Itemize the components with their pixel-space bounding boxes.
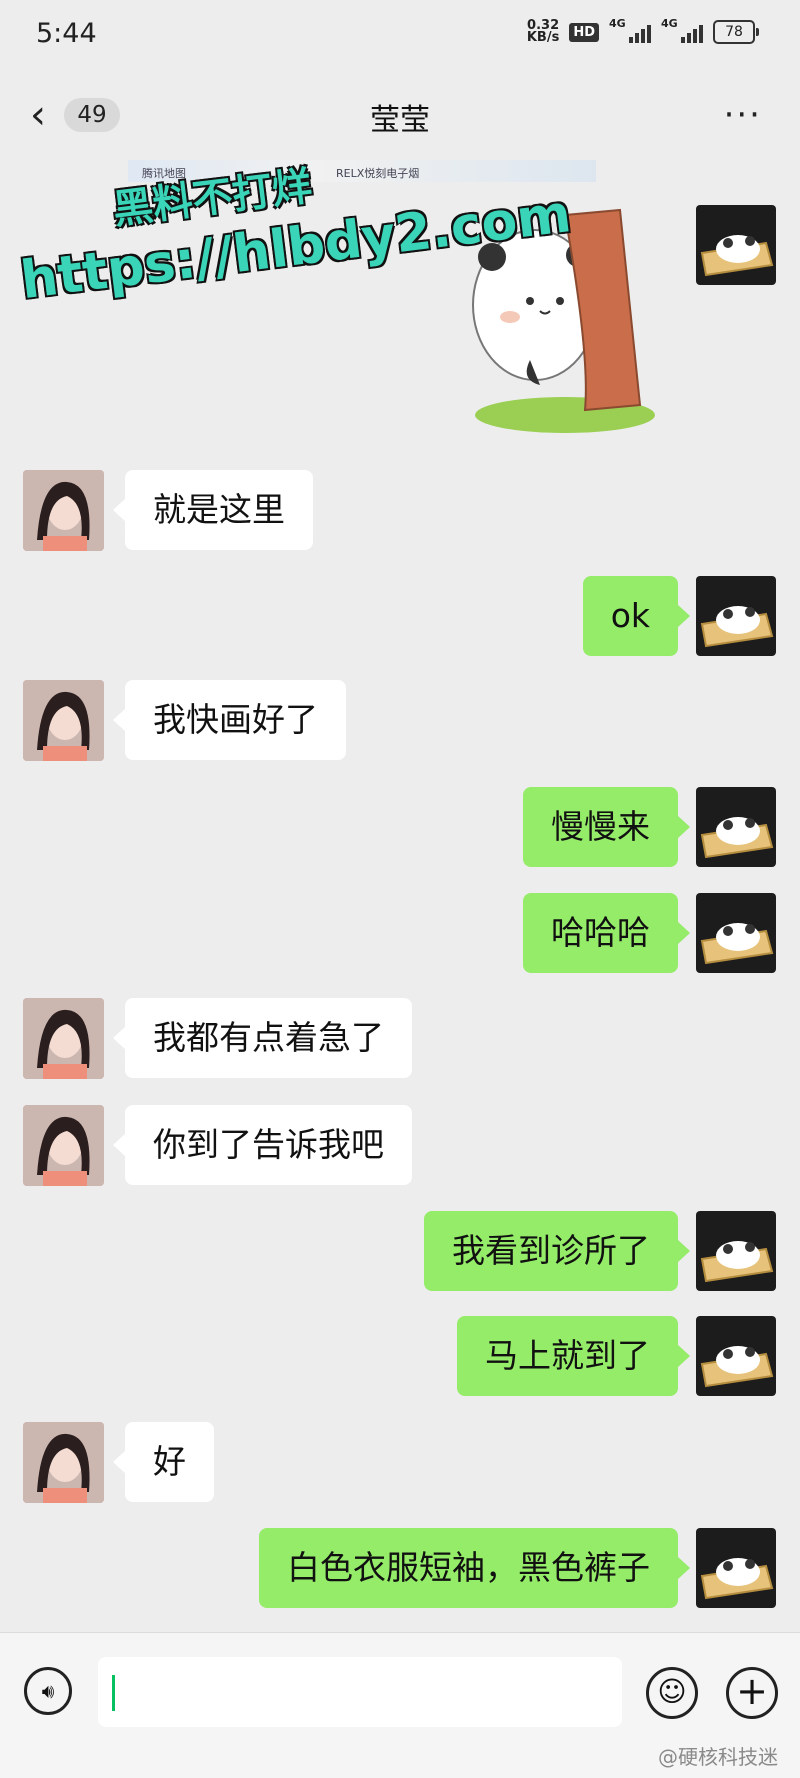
- message-bubble[interactable]: ok: [582, 576, 691, 656]
- emoji-icon[interactable]: ☺: [646, 1667, 698, 1719]
- self-avatar[interactable]: [696, 576, 776, 656]
- status-bar: 5:44 0.32 KB/s HD 4G 4G 78: [0, 0, 800, 75]
- girl-avatar-icon: [23, 1422, 104, 1503]
- voice-icon[interactable]: 🔊︎: [24, 1667, 72, 1715]
- message-input[interactable]: [98, 1657, 622, 1727]
- panda-avatar-icon: [700, 1241, 774, 1283]
- message-bubble[interactable]: 我看到诊所了: [424, 1211, 690, 1291]
- chat-title: 莹莹: [370, 103, 430, 138]
- peer-avatar[interactable]: [23, 998, 104, 1079]
- message-bubble[interactable]: 就是这里: [113, 470, 313, 550]
- hd-badge: HD: [569, 22, 599, 42]
- chat-header: ‹ 49 莹莹 ···: [0, 75, 800, 155]
- source-credit: @硬核科技迷: [658, 1745, 778, 1769]
- status-time: 5:44: [36, 18, 97, 49]
- girl-avatar-icon: [23, 1105, 104, 1186]
- panda-avatar-icon: [700, 923, 774, 965]
- message-bubble[interactable]: 慢慢来: [523, 787, 690, 867]
- message-bubble[interactable]: 马上就到了: [457, 1316, 690, 1396]
- peer-avatar[interactable]: [23, 1105, 104, 1186]
- chat-input-bar: 🔊︎ ☺ + @硬核科技迷: [0, 1632, 800, 1778]
- self-avatar[interactable]: [696, 205, 776, 285]
- peer-avatar[interactable]: [23, 680, 104, 761]
- self-avatar[interactable]: [696, 1211, 776, 1291]
- self-avatar[interactable]: [696, 1316, 776, 1396]
- message-bubble[interactable]: 白色衣服短袖，黑色裤子: [259, 1528, 690, 1608]
- message-bubble[interactable]: 你到了告诉我吧: [113, 1105, 412, 1185]
- signal-icon: 4G: [609, 17, 651, 43]
- self-avatar[interactable]: [696, 893, 776, 973]
- panda-avatar-icon: [700, 235, 774, 277]
- message-bubble[interactable]: 好: [113, 1422, 214, 1502]
- girl-avatar-icon: [23, 680, 104, 761]
- self-avatar[interactable]: [696, 1528, 776, 1608]
- battery-icon: 78: [713, 20, 759, 44]
- message-bubble[interactable]: 我都有点着急了: [113, 998, 412, 1078]
- panda-avatar-icon: [700, 1558, 774, 1600]
- panda-avatar-icon: [700, 1346, 774, 1388]
- girl-avatar-icon: [23, 470, 104, 551]
- peer-avatar[interactable]: [23, 1422, 104, 1503]
- panda-avatar-icon: [700, 606, 774, 648]
- network-speed: 0.32 KB/s: [526, 18, 560, 45]
- map-label: RELX悦刻电子烟: [336, 167, 420, 180]
- message-bubble[interactable]: 哈哈哈: [523, 893, 690, 973]
- text-caret: [112, 1675, 115, 1711]
- peer-avatar[interactable]: [23, 470, 104, 551]
- message-bubble[interactable]: 我快画好了: [113, 680, 346, 760]
- status-icons: 0.32 KB/s HD 4G 4G 78: [526, 17, 759, 45]
- self-avatar[interactable]: [696, 787, 776, 867]
- girl-avatar-icon: [23, 998, 104, 1079]
- plus-icon[interactable]: +: [726, 1667, 778, 1719]
- panda-avatar-icon: [700, 817, 774, 859]
- signal-icon: 4G: [661, 17, 703, 43]
- more-options-icon[interactable]: ···: [724, 98, 762, 132]
